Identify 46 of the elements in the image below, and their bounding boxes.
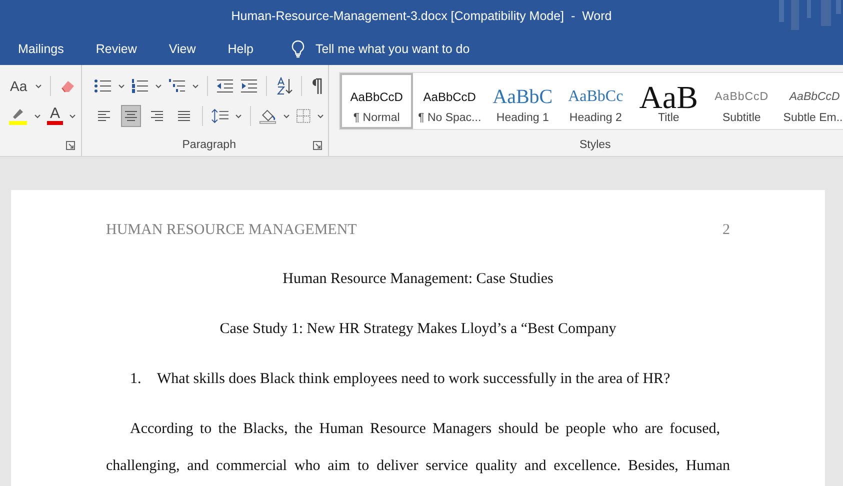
list-number: 1. (130, 371, 142, 388)
line-spacing-icon[interactable] (210, 107, 230, 125)
question-text: What skills does Black think employees need to work successfully in the area of HR? (157, 371, 670, 388)
dropdown-icon[interactable] (35, 84, 42, 88)
sort-icon[interactable] (275, 77, 294, 95)
dialog-launcher-icon[interactable] (313, 141, 322, 150)
text-lines-icon (124, 110, 138, 122)
align-center-button[interactable] (120, 105, 141, 127)
bullet-list-icon[interactable] (94, 78, 112, 94)
dropdown-icon[interactable] (283, 114, 290, 118)
dropdown-icon[interactable] (69, 114, 76, 118)
decrease-indent-icon[interactable] (216, 79, 234, 93)
borders-icon[interactable] (296, 108, 312, 124)
dropdown-icon[interactable] (118, 84, 126, 88)
window-title: Human-Resource-Management-3.docx [Compatibility Mode] - Word (231, 9, 612, 23)
text-lines-icon (176, 110, 191, 122)
dropdown-icon[interactable] (235, 114, 242, 118)
group-label: Styles (579, 139, 611, 151)
case-study-heading: Case Study 1: New HR Strategy Makes Lloyd’s a “Best Company (220, 320, 616, 338)
multilevel-list-icon[interactable] (168, 78, 186, 94)
menu-tab[interactable]: Review (92, 38, 141, 60)
dialog-launcher-icon[interactable] (66, 141, 76, 150)
menu-tab[interactable]: View (164, 38, 200, 60)
paint-bucket-icon[interactable] (259, 107, 278, 125)
increase-indent-icon[interactable] (240, 79, 258, 93)
change-case-button[interactable]: Aa (8, 78, 30, 94)
page-number: 2 (722, 222, 730, 239)
menu-tab[interactable]: Mailings (14, 38, 68, 60)
style-option[interactable]: AaBbCcD ¶ Normal (340, 73, 414, 129)
text-lines-icon (150, 110, 164, 122)
dropdown-icon[interactable] (317, 114, 324, 118)
dropdown-icon[interactable] (192, 84, 200, 88)
body-paragraph: According to the Blacks, the Human Resource Managers should be people who are focused, challenging, and commercial who aim to deliver service quality and excellence. Besides, Human (106, 420, 730, 476)
pilcrow-icon[interactable] (310, 78, 322, 94)
numbered-list-icon[interactable] (131, 78, 150, 94)
lightbulb-icon (291, 40, 306, 58)
document-title: Human Resource Management: Case Studies (282, 271, 554, 288)
dropdown-icon[interactable] (34, 114, 41, 118)
running-header: HUMAN RESOURCE MANAGEMENT (106, 222, 357, 239)
dropdown-icon[interactable] (155, 84, 162, 88)
menu-tab[interactable]: Help (224, 38, 258, 60)
font-color-button[interactable]: A (47, 107, 64, 125)
text-lines-icon (97, 110, 112, 122)
highlighter-icon[interactable] (8, 106, 28, 126)
group-label: Paragraph (182, 139, 236, 151)
search-field[interactable]: Tell me what you want to do (313, 40, 498, 58)
